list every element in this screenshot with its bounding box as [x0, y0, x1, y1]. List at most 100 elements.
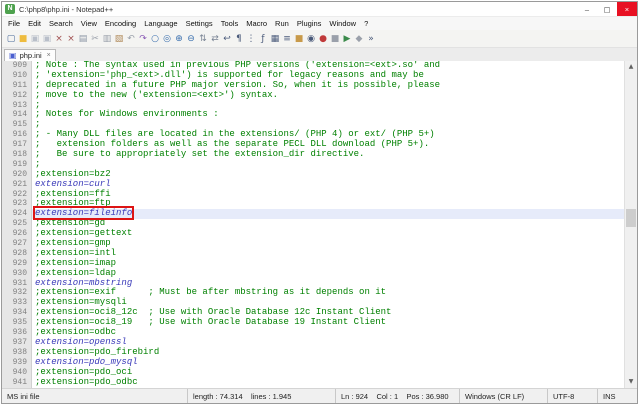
word-wrap-icon[interactable]: ↩	[222, 32, 233, 46]
indent-guide-icon[interactable]: ⋮	[246, 32, 257, 46]
code-line-919[interactable]: ;	[32, 159, 624, 170]
menu-item-file[interactable]: File	[4, 19, 24, 28]
code-line-921[interactable]: extension=curl	[32, 179, 624, 190]
scrollbar-thumb[interactable]	[626, 209, 636, 227]
menu-item-search[interactable]: Search	[45, 19, 77, 28]
code-line-927[interactable]: ;extension=gmp	[32, 238, 624, 249]
line-number: 939	[12, 357, 27, 367]
cut-icon[interactable]: ✂	[90, 32, 101, 46]
code-line-941[interactable]: ;extension=pdo_odbc	[32, 377, 624, 388]
window-close-button[interactable]: ×	[617, 2, 637, 16]
code-line-922[interactable]: ;extension=ffi	[32, 189, 624, 200]
new-file-icon[interactable]: ▢	[6, 32, 17, 46]
line-number: 940	[12, 367, 27, 377]
annotation-red-box: extension=fileinfo	[32, 206, 135, 221]
minimize-button[interactable]: –	[577, 2, 597, 16]
open-file-icon[interactable]: ■	[18, 32, 29, 46]
line-number: 915	[12, 120, 27, 130]
folder-workspace-icon[interactable]: ■	[294, 32, 305, 46]
status-length-lines: length : 74.314 lines : 1.945	[188, 389, 336, 403]
toolbar: ▢ ■ ▣ ▣ × × ▤ ✂ ▥ ▧ ↶ ↷ ○ ◎ ⊕ ⊖ ⇅ ⇄ ↩ ¶ ⋮ ƒ ▦ ≡ ■ ◉ ● ■ ▶ ◆»	[2, 30, 637, 48]
play-macro-icon[interactable]: ▶	[342, 32, 353, 46]
line-number: 920	[12, 169, 27, 179]
code-line-920[interactable]: ;extension=bz2	[32, 169, 624, 180]
save-macro-icon[interactable]: ◆	[354, 32, 365, 46]
line-number: 935	[12, 318, 27, 328]
replace-icon[interactable]: ◎	[162, 32, 173, 46]
menu-item-run[interactable]: Run	[271, 19, 293, 28]
code-line-926[interactable]: ;extension=gettext	[32, 228, 624, 239]
document-list-icon[interactable]: ≡	[282, 32, 293, 46]
run-macro-multi-icon[interactable]: »	[366, 32, 377, 46]
line-number: 918	[12, 150, 27, 160]
menu-item-window[interactable]: Window	[325, 19, 360, 28]
line-number: 919	[12, 159, 27, 169]
vertical-scrollbar[interactable]: ▲ ▼	[624, 61, 637, 388]
line-number: 912	[12, 90, 27, 100]
menu-item-tools[interactable]: Tools	[217, 19, 243, 28]
scroll-up-arrow-icon[interactable]: ▲	[625, 61, 637, 73]
line-number: 913	[12, 100, 27, 110]
sync-vertical-icon[interactable]: ⇅	[198, 32, 209, 46]
line-number: 933	[12, 298, 27, 308]
menu-item-help[interactable]: ?	[360, 19, 372, 28]
tab-php-ini[interactable]: ▣ php.ini ×	[4, 49, 56, 61]
undo-icon[interactable]: ↶	[126, 32, 137, 46]
save-icon[interactable]: ▣	[30, 32, 41, 46]
menu-item-plugins[interactable]: Plugins	[293, 19, 326, 28]
line-number-gutter[interactable]: 909 910 911 912 913 914 915 916 917 918 919 920 921 9…	[2, 61, 32, 388]
save-all-icon[interactable]: ▣	[42, 32, 53, 46]
notepadpp-window: N C:\php8\php.ini - Notepad++ – ▢ × File…	[1, 1, 638, 404]
record-macro-icon[interactable]: ●	[318, 32, 329, 46]
find-icon[interactable]: ○	[150, 32, 161, 46]
window-title: C:\php8\php.ini - Notepad++	[19, 4, 114, 14]
show-all-chars-icon[interactable]: ¶	[234, 32, 245, 46]
line-number: 929	[12, 258, 27, 268]
print-icon[interactable]: ▤	[78, 32, 89, 46]
tab-label: php.ini	[19, 51, 42, 60]
line-number: 941	[12, 377, 27, 387]
line-number: 925	[12, 219, 27, 229]
code-line-929[interactable]: ;extension=imap	[32, 258, 624, 269]
close-all-icon[interactable]: ×	[66, 32, 77, 46]
menu-item-encoding[interactable]: Encoding	[101, 19, 140, 28]
title-bar[interactable]: N C:\php8\php.ini - Notepad++ – ▢ ×	[2, 2, 637, 17]
code-line-924[interactable]: extension=fileinfo	[32, 206, 624, 221]
menu-item-settings[interactable]: Settings	[182, 19, 217, 28]
redo-icon[interactable]: ↷	[138, 32, 149, 46]
menu-item-view[interactable]: View	[77, 19, 101, 28]
line-number: 909	[12, 61, 27, 70]
line-number: 926	[12, 229, 27, 239]
close-file-icon[interactable]: ×	[54, 32, 65, 46]
code-line-918[interactable]: ; Be sure to appropriately set the exten…	[32, 149, 624, 160]
zoom-out-icon[interactable]: ⊖	[186, 32, 197, 46]
status-cursor-position: Ln : 924 Col : 1 Pos : 36.980	[336, 389, 460, 403]
code-line-914[interactable]: ; Notes for Windows environments :	[32, 110, 624, 120]
scroll-down-arrow-icon[interactable]: ▼	[625, 376, 637, 388]
status-doc-type: MS ini file	[2, 389, 188, 403]
menu-item-macro[interactable]: Macro	[242, 19, 271, 28]
code-line-935[interactable]: ;extension=oci8_19 ; Use with Oracle Dat…	[32, 317, 624, 328]
editor-area[interactable]: 909 910 911 912 913 914 915 916 917 918 919 920 921 9…	[2, 61, 637, 388]
line-number: 911	[12, 80, 27, 90]
copy-icon[interactable]: ▥	[102, 32, 113, 46]
zoom-in-icon[interactable]: ⊕	[174, 32, 185, 46]
tab-close-icon[interactable]: ×	[47, 52, 51, 59]
monitoring-icon[interactable]: ◉	[306, 32, 317, 46]
document-map-icon[interactable]: ▦	[270, 32, 281, 46]
status-encoding: UTF-8	[548, 389, 598, 403]
menu-item-language[interactable]: Language	[140, 19, 181, 28]
menu-item-edit[interactable]: Edit	[24, 19, 45, 28]
function-list-icon[interactable]: ƒ	[258, 32, 269, 46]
maximize-button[interactable]: ▢	[597, 2, 617, 16]
line-number: 924	[12, 209, 27, 219]
notepadpp-logo-icon: N	[5, 4, 15, 14]
status-insert-mode: INS	[603, 391, 616, 401]
code-area[interactable]: ; Note : The syntax used in previous PHP…	[32, 61, 624, 388]
stop-macro-icon[interactable]: ■	[330, 32, 341, 46]
paste-icon[interactable]: ▧	[114, 32, 125, 46]
code-line-928[interactable]: ;extension=intl	[32, 248, 624, 259]
line-number: 931	[12, 278, 27, 288]
sync-horizontal-icon[interactable]: ⇄	[210, 32, 221, 46]
code-line-912[interactable]: ; move to the new ('extension=<ext>') sy…	[32, 90, 624, 101]
